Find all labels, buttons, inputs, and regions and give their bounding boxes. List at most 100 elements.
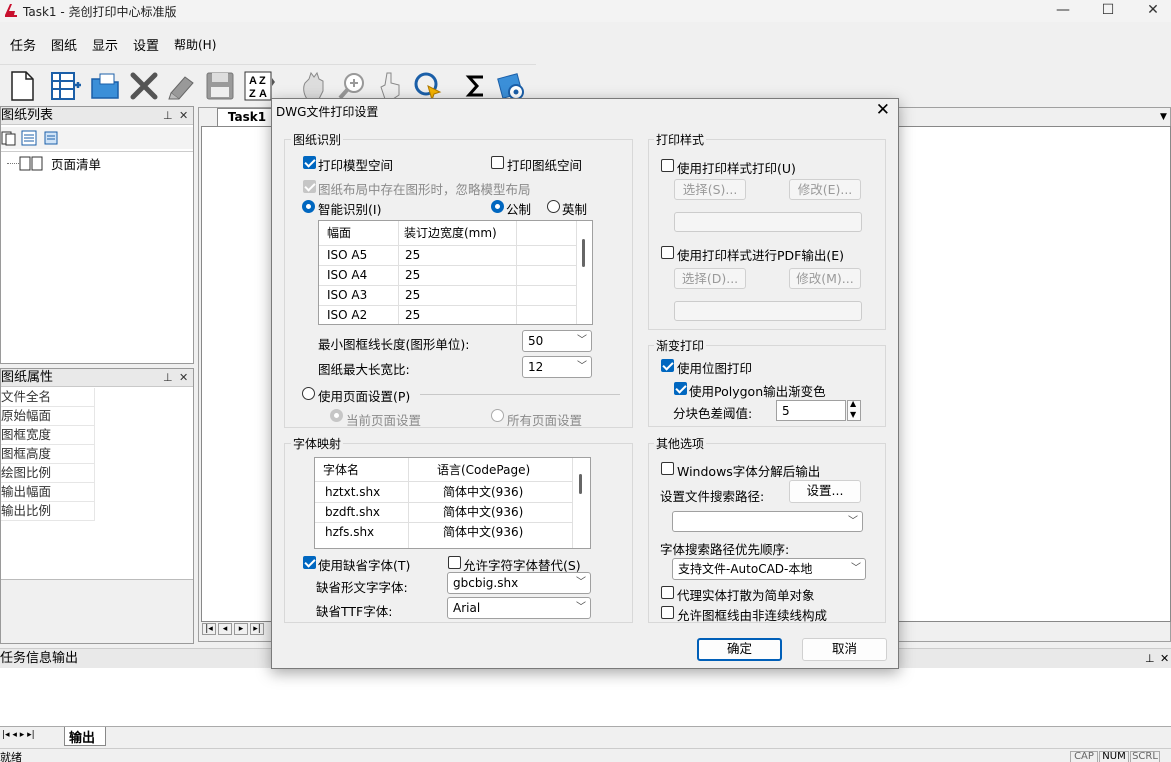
select-style-button[interactable]: 选择(S)... [674,179,746,200]
font-row-name: bzdft.shx [325,505,381,519]
tree-item-page-list[interactable]: 页面清单 [51,154,101,173]
drawing-tree: 页面清单 [1,151,193,363]
prop-drawing-scale: 绘图比例 [1,464,95,483]
threshold-spinner[interactable]: ▲ ▼ [847,399,861,421]
tab-output[interactable]: 输出 [64,727,106,746]
output-nav-icon[interactable]: |◂ ◂ ▸ ▸| [2,730,35,740]
prop-frame-height: 图框高度 [1,445,95,464]
next-page-button[interactable]: ▸ [234,623,248,635]
status-scrl: SCRL [1130,751,1160,762]
new-icon[interactable] [6,70,38,102]
windows-font-checkbox[interactable] [661,462,674,475]
minimize-button[interactable]: — [1040,0,1086,22]
status-bar: 就绪 CAP NUM SCRL [0,748,1171,762]
pin-icon[interactable]: ⊥ [163,369,173,387]
allow-replace-checkbox[interactable] [448,556,461,569]
close-icon[interactable]: ✕ [179,369,188,387]
status-text: 就绪 [0,751,22,762]
edit-icon[interactable] [166,70,198,102]
pages-icon[interactable] [1,130,17,146]
use-default-font-checkbox[interactable] [303,556,316,569]
table-row-size: ISO A3 [327,288,368,302]
menu-view[interactable]: 显示 [92,35,118,54]
chevron-down-icon: ﹀ [577,361,587,372]
ok-button[interactable]: 确定 [697,638,782,661]
default-shape-font-value: gbcbig.shx [453,576,519,590]
menu-settings[interactable]: 设置 [133,35,159,54]
proxy-entity-label: 代理实体打散为简单对象 [677,588,815,603]
modify-pdf-style-button[interactable]: 修改(M)... [789,268,861,289]
list-view-icon[interactable] [21,130,37,146]
window-title: Task1 - 尧创打印中心标准版 [23,5,177,19]
menu-task[interactable]: 任务 [10,35,36,54]
bitmap-print-checkbox[interactable] [661,359,674,372]
last-page-button[interactable]: ▸| [250,623,264,635]
pin-icon[interactable]: ⊥ [163,107,173,125]
paper-size-table[interactable]: 幅面 装订边宽度(mm) ISO A5 25 ISO A4 25 ISO A3 … [318,220,593,325]
discontinuous-frame-checkbox[interactable] [661,606,674,619]
prop-description-area [1,579,193,643]
font-table-scrollbar[interactable] [579,474,582,494]
font-row-lang: 简体中文(936) [443,525,524,539]
default-shape-font-label: 缺省形文字字体: [316,580,408,595]
spin-up-icon[interactable]: ▲ [850,399,856,408]
dialog-close-button[interactable]: ✕ [876,100,890,120]
select-pdf-style-button[interactable]: 选择(D)... [674,268,746,289]
menu-drawing[interactable]: 图纸 [51,35,77,54]
paper-space-checkbox[interactable] [491,156,504,169]
use-print-style-checkbox[interactable] [661,159,674,172]
default-ttf-font-combo[interactable]: Arial ﹀ [447,597,591,619]
threshold-input[interactable]: 5 [776,400,846,421]
tab-task1[interactable]: Task1 [217,108,277,126]
max-ratio-combo[interactable]: 12 ﹀ [522,356,592,378]
proxy-entity-checkbox[interactable] [661,586,674,599]
priority-value: 支持文件-AutoCAD-本地 [678,562,813,576]
font-row-name: hztxt.shx [325,485,381,499]
close-window-button[interactable]: ✕ [1130,0,1171,22]
spin-down-icon[interactable]: ▼ [850,410,856,419]
maximize-button[interactable]: ☐ [1085,0,1131,22]
drawing-properties-panel: 图纸属性 ⊥ ✕ 文件全名 原始幅面 图框宽度 图框高度 绘图比例 输出幅面 输… [0,368,194,644]
prop-output-scale: 输出比例 [1,502,95,521]
default-shape-font-combo[interactable]: gbcbig.shx ﹀ [447,572,591,594]
smart-recognition-radio[interactable] [302,200,315,213]
print-style-label: 打印样式 [654,131,707,148]
drawing-list-toolbar [1,127,193,149]
priority-combo[interactable]: 支持文件-AutoCAD-本地 ﹀ [672,558,866,580]
font-mapping-table[interactable]: 字体名 语言(CodePage) hztxt.shx 简体中文(936) bzd… [314,457,591,549]
ignore-model-checkbox[interactable] [303,180,316,193]
imperial-radio[interactable] [547,200,560,213]
use-page-setup-radio[interactable] [302,387,315,400]
current-page-radio[interactable] [330,409,343,422]
smart-recognition-label: 智能识别(I) [318,202,382,217]
table-scrollbar[interactable] [582,239,585,267]
chevron-down-icon: ﹀ [577,335,587,346]
delete-icon[interactable] [128,70,160,102]
metric-radio[interactable] [491,200,504,213]
min-frame-combo[interactable]: 50 ﹀ [522,330,592,352]
output-tabs: |◂ ◂ ▸ ▸| 输出 [0,726,1171,746]
all-pages-radio[interactable] [491,409,504,422]
polygon-gradient-checkbox[interactable] [674,382,687,395]
set-search-path-button[interactable]: 设置... [789,480,861,503]
menu-help[interactable]: 帮助(H) [174,36,216,53]
use-pdf-style-checkbox[interactable] [661,246,674,259]
drawing-list-panel: 图纸列表 ⊥ ✕ 页面清单 [0,106,194,364]
search-path-combo[interactable]: ﹀ [672,511,863,532]
detail-view-icon[interactable] [43,130,59,146]
pin-icon[interactable]: ⊥ [1145,649,1155,668]
open-folder-icon[interactable] [90,70,122,102]
close-icon[interactable]: ✕ [1160,649,1169,668]
save-icon[interactable] [204,70,236,102]
prop-output-size: 输出幅面 [1,483,95,502]
threshold-label: 分块色差阈值: [673,406,753,421]
prop-original-size: 原始幅面 [1,407,95,426]
cancel-button[interactable]: 取消 [802,638,887,661]
add-drawing-icon[interactable] [50,70,82,102]
prev-page-button[interactable]: ◂ [218,623,232,635]
first-page-button[interactable]: |◂ [202,623,216,635]
doc-scroll-icon[interactable]: ▼ [1160,112,1167,122]
model-space-checkbox[interactable] [303,156,316,169]
modify-style-button[interactable]: 修改(E)... [789,179,861,200]
close-icon[interactable]: ✕ [179,107,188,125]
